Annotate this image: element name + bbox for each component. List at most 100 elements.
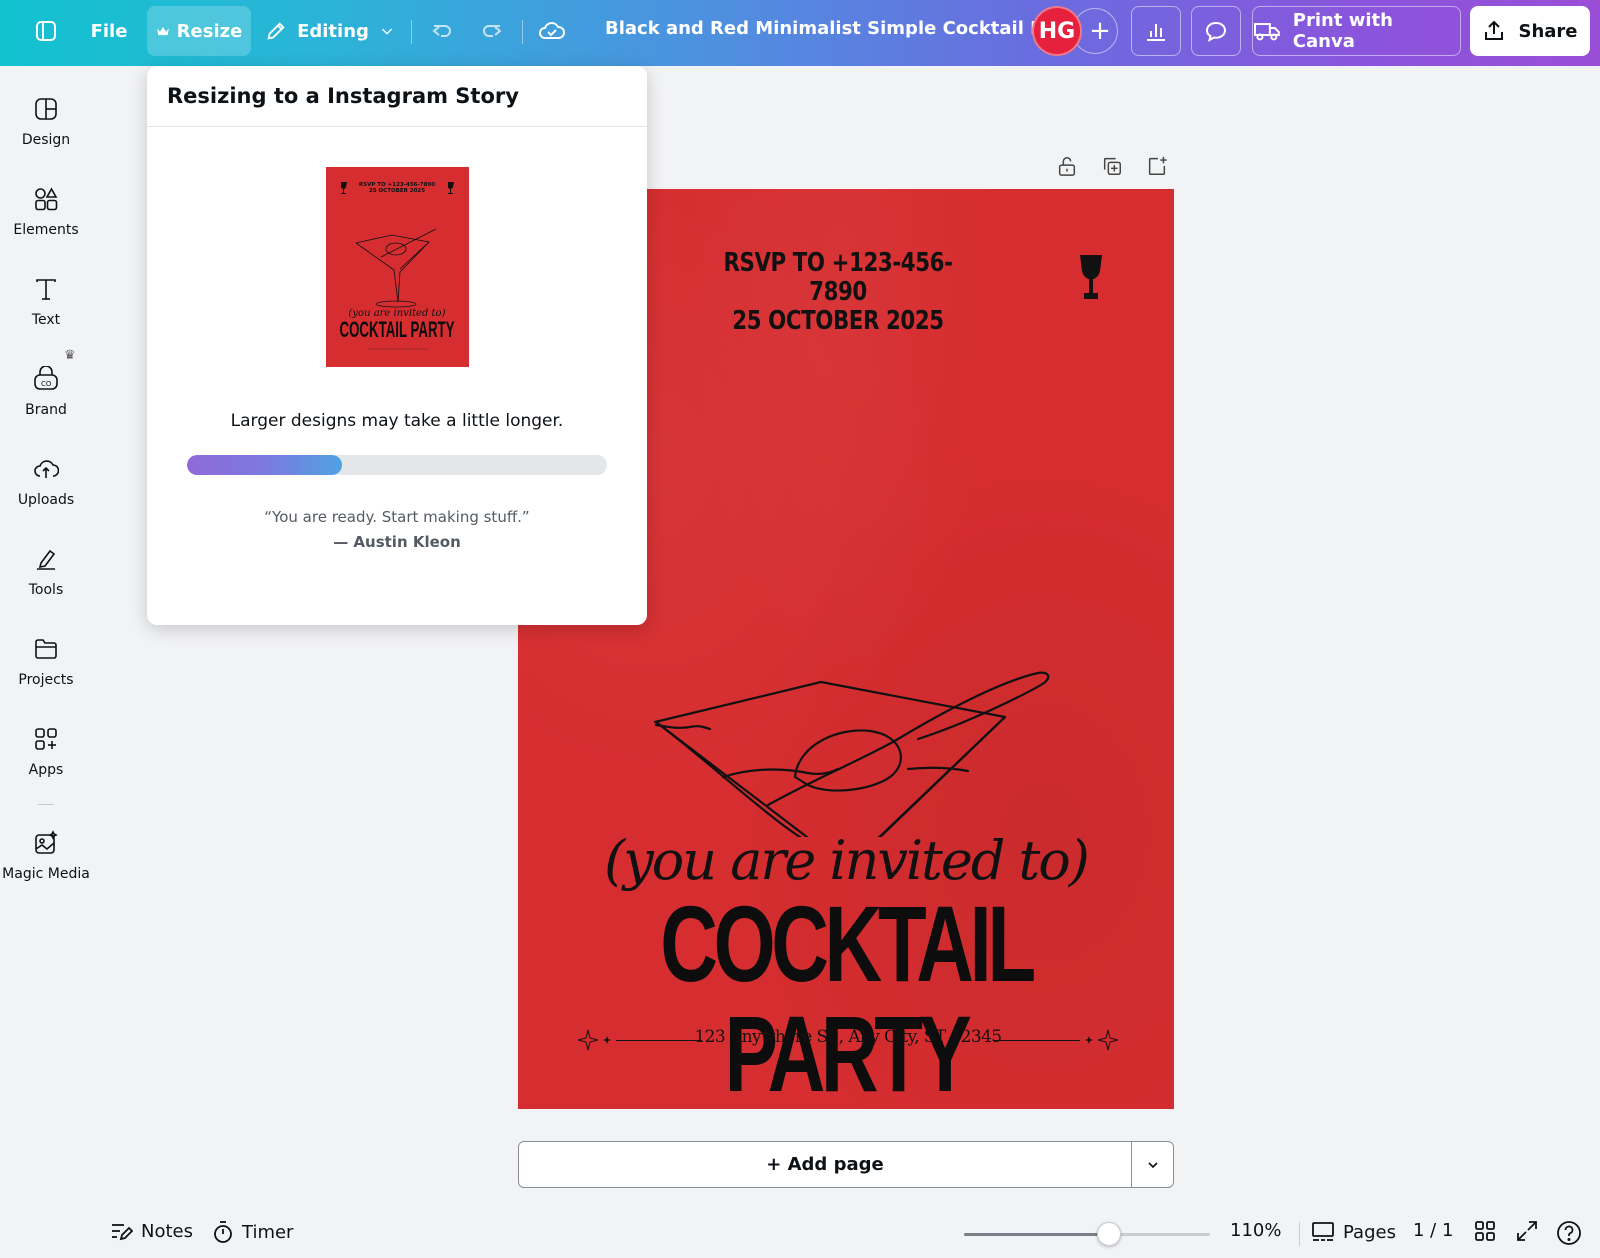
sidebar-item-label: Magic Media [2, 866, 90, 882]
svg-text:CO: CO [41, 380, 52, 388]
popover-divider [147, 126, 647, 127]
lock-page-button[interactable] [1053, 152, 1081, 180]
toolbar-separator [411, 20, 412, 44]
chevron-down-icon [381, 28, 393, 35]
chevron-down-icon [1147, 1161, 1158, 1168]
add-page-bar: + Add page [518, 1141, 1174, 1188]
projects-icon [35, 639, 57, 659]
thumbnail-art: RSVP TO +123-456-7890 25 OCTOBER 2025 (y… [340, 182, 455, 350]
sidebar-item-label: Elements [13, 222, 79, 238]
sidebar-item-label: Projects [18, 672, 74, 688]
page-counter[interactable]: 1 / 1 [1413, 1220, 1453, 1241]
print-label: Print with Canva [1292, 10, 1393, 52]
bottom-separator [1299, 1222, 1300, 1246]
comments-button[interactable] [1191, 6, 1241, 56]
address-divider-right [994, 1040, 1080, 1041]
redo-icon [483, 25, 502, 37]
truck-icon [1253, 23, 1280, 41]
sidebar-item-brand[interactable]: CO Brand [0, 366, 92, 418]
tools-icon [37, 549, 56, 570]
fullscreen-button[interactable] [1516, 1220, 1538, 1242]
zoom-slider-handle[interactable] [1097, 1222, 1122, 1246]
premium-crown-icon: ♛ [64, 348, 76, 363]
design-icon [35, 98, 57, 120]
resize-progress-popover: Resizing to a Instagram Story RSVP TO +1… [147, 66, 647, 625]
editing-mode-button[interactable]: Editing [263, 6, 397, 56]
file-menu-button[interactable]: File [86, 6, 132, 56]
sidebar-item-text[interactable]: Text [0, 276, 92, 328]
design-thumbnail: RSVP TO +123-456-7890 25 OCTOBER 2025 (y… [326, 167, 469, 367]
sidebar-item-magic-media[interactable]: Magic Media [0, 830, 92, 882]
grid-view-button[interactable] [1474, 1220, 1496, 1242]
save-status-button[interactable] [532, 6, 572, 56]
zoom-slider-fill [964, 1233, 1110, 1236]
pencil-icon [267, 22, 285, 40]
text-icon [36, 279, 56, 300]
rsvp-line: RSVP TO +123-456-7890 [723, 248, 953, 307]
thumb-headline: COCKTAIL PARTY [340, 317, 455, 342]
sidebar-divider [38, 804, 54, 805]
duplicate-page-button[interactable] [1098, 152, 1126, 180]
zoom-slider[interactable] [964, 1222, 1210, 1246]
editing-label: Editing [297, 20, 369, 42]
insights-button[interactable] [1131, 6, 1181, 56]
popover-quote-author: — Austin Kleon [333, 533, 461, 551]
share-button[interactable]: Share [1470, 6, 1590, 56]
elements-icon [35, 187, 58, 211]
notes-icon [112, 1224, 133, 1241]
sidebar-item-design[interactable]: Design [0, 96, 92, 148]
sidebar-item-label: Apps [28, 762, 64, 778]
add-page-button[interactable]: + Add page [519, 1142, 1131, 1187]
poster-address: 123 Anywhere St., Any City, ST 12345 [694, 1027, 1002, 1047]
resize-button[interactable]: Resize [147, 6, 251, 56]
magic-media-icon [35, 830, 58, 854]
undo-button[interactable] [424, 6, 460, 56]
resize-label: Resize [176, 20, 243, 42]
help-button[interactable] [1556, 1220, 1582, 1246]
sidebar-item-label: Uploads [17, 492, 75, 508]
share-label: Share [1518, 20, 1578, 42]
poster-rsvp-text[interactable]: RSVP TO +123-456-7890 25 OCTOBER 2025 [699, 249, 978, 336]
help-icon [1557, 1221, 1581, 1245]
wine-glass-icon[interactable] [1078, 253, 1104, 303]
pages-icon [1312, 1222, 1334, 1241]
pages-button[interactable]: Pages [1311, 1220, 1396, 1244]
sidebar-item-uploads[interactable]: Uploads [0, 456, 92, 508]
popover-message: Larger designs may take a little longer. [230, 411, 564, 431]
poster-address-row[interactable]: 123 Anywhere St., Any City, ST 12345 [578, 1025, 1118, 1055]
date-line: 25 OCTOBER 2025 [732, 306, 944, 336]
popover-quote: “You are ready. Start making stuff.” [264, 508, 530, 526]
toolbar-separator [522, 20, 523, 44]
sidebar-item-tools[interactable]: Tools [0, 546, 92, 598]
comment-icon [1205, 21, 1227, 42]
document-title[interactable]: Black and Red Minimalist Simple Cocktail… [605, 18, 1082, 39]
sidebar-item-apps[interactable]: Apps [0, 726, 92, 778]
sidebar-item-elements[interactable]: Elements [0, 186, 92, 238]
side-panel-icon [36, 21, 56, 41]
duplicate-icon [1103, 157, 1121, 175]
plus-icon: + [1089, 16, 1111, 46]
brand-icon: CO [34, 366, 58, 390]
cloud-check-icon [539, 22, 565, 39]
toggle-panel-button[interactable] [26, 6, 66, 56]
sidebar-item-label: Brand [25, 402, 67, 418]
add-page-icon-button[interactable] [1143, 152, 1171, 180]
zoom-level: 110% [1230, 1220, 1282, 1241]
timer-button[interactable]: Timer [212, 1220, 293, 1244]
bar-chart-icon [1147, 24, 1165, 41]
print-with-canva-button[interactable]: Print with Canva [1252, 6, 1461, 56]
sidebar-item-label: Text [31, 312, 61, 328]
redo-button[interactable] [474, 6, 510, 56]
top-bar: File Resize Editing Black and Red Minima… [0, 0, 1600, 66]
add-page-options-button[interactable] [1131, 1142, 1173, 1187]
sidebar-item-label: Tools [28, 582, 64, 598]
avatar[interactable]: HG [1032, 6, 1082, 56]
timer-icon [214, 1221, 232, 1243]
notes-button[interactable]: Notes [109, 1220, 193, 1242]
timer-label: Timer [242, 1221, 294, 1243]
sidebar-item-projects[interactable]: Projects [0, 636, 92, 688]
poster-headline[interactable]: COCKTAIL PARTY [603, 889, 1088, 1109]
add-page-icon [1148, 156, 1167, 175]
pages-label: Pages [1343, 1221, 1396, 1243]
zoom-level-button[interactable]: 110% [1230, 1220, 1281, 1241]
